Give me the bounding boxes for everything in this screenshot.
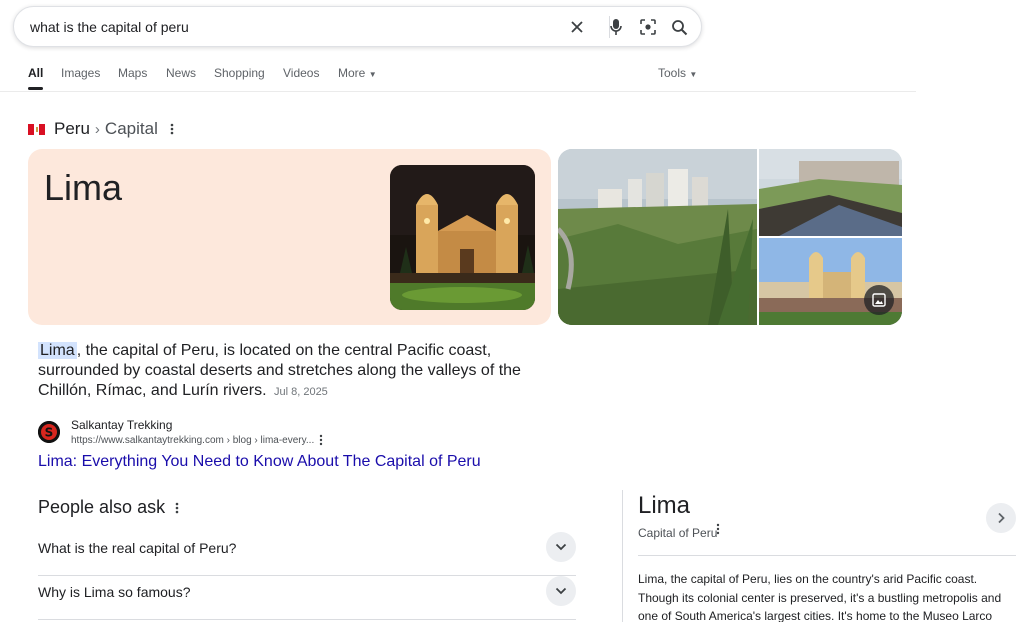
paa-question[interactable]: Why is Lima so famous? [38, 576, 576, 620]
tab-all[interactable]: All [28, 66, 44, 90]
knowledge-panel-title: Lima [638, 492, 691, 519]
close-icon[interactable] [566, 16, 588, 38]
lens-icon[interactable] [637, 16, 659, 38]
answer-title: Lima [44, 167, 123, 208]
paa-question-text: Why is Lima so famous? [38, 584, 191, 600]
tab-shopping[interactable]: Shopping [214, 66, 265, 80]
knowledge-panel-separator [638, 555, 1016, 556]
breadcrumb-child[interactable]: Capital [105, 119, 158, 139]
more-options-icon[interactable] [319, 433, 323, 451]
more-options-icon[interactable] [175, 501, 179, 519]
tab-images[interactable]: Images [61, 66, 100, 80]
people-also-ask-title: People also ask [38, 497, 166, 517]
more-options-icon[interactable] [716, 522, 720, 540]
breadcrumb-separator: › [94, 120, 100, 138]
search-input[interactable]: what is the capital of peru [30, 19, 189, 35]
svg-text:S: S [45, 426, 54, 440]
tab-maps[interactable]: Maps [118, 66, 147, 80]
caret-down-icon: ▼ [368, 70, 377, 79]
gallery-image-cliffs[interactable] [759, 149, 902, 236]
site-name: Salkantay Trekking [71, 418, 173, 432]
gallery-image-coast[interactable] [558, 149, 757, 325]
tools-label: Tools [658, 66, 687, 80]
result-title-link[interactable]: Lima: Everything You Need to Know About … [38, 453, 481, 471]
site-url: https://www.salkantaytrekking.com › blog… [71, 435, 315, 446]
microphone-icon[interactable] [605, 16, 627, 38]
peru-flag-icon [28, 123, 46, 135]
cathedral-photo[interactable] [390, 165, 535, 310]
knowledge-panel-divider [622, 490, 623, 622]
answer-card: Lima [28, 149, 551, 325]
tab-more-label: More [338, 66, 366, 80]
view-images-button[interactable] [864, 285, 894, 315]
snippet-date: Jul 8, 2025 [273, 386, 328, 398]
knowledge-panel-subtitle: Capital of Peru [638, 526, 718, 540]
knowledge-panel-description: Lima, the capital of Peru, lies on the c… [638, 572, 1002, 622]
site-favicon: S [38, 421, 60, 443]
chevron-down-icon[interactable] [546, 576, 576, 606]
tab-news[interactable]: News [166, 66, 196, 80]
search-box[interactable]: what is the capital of peru [13, 6, 702, 47]
tab-more[interactable]: More ▼ [338, 66, 377, 80]
more-options-icon[interactable] [170, 123, 174, 135]
chevron-down-icon[interactable] [546, 532, 576, 562]
paa-question[interactable]: What is the real capital of Peru? [38, 532, 576, 576]
search-icon[interactable] [668, 16, 690, 38]
caret-down-icon: ▼ [689, 70, 698, 79]
chevron-right-icon[interactable] [986, 503, 1016, 533]
breadcrumb-parent[interactable]: Peru [54, 119, 90, 139]
tab-videos[interactable]: Videos [283, 66, 319, 80]
paa-question-text: What is the real capital of Peru? [38, 540, 237, 556]
image-gallery [558, 149, 902, 325]
breadcrumb: Peru › Capital [28, 118, 174, 140]
image-icon [872, 293, 886, 307]
tabs-divider [0, 91, 916, 92]
snippet-highlight: Lima [38, 342, 77, 359]
featured-snippet: Lima, the capital of Peru, is located on… [38, 341, 558, 402]
tools-button[interactable]: Tools ▼ [658, 66, 697, 80]
